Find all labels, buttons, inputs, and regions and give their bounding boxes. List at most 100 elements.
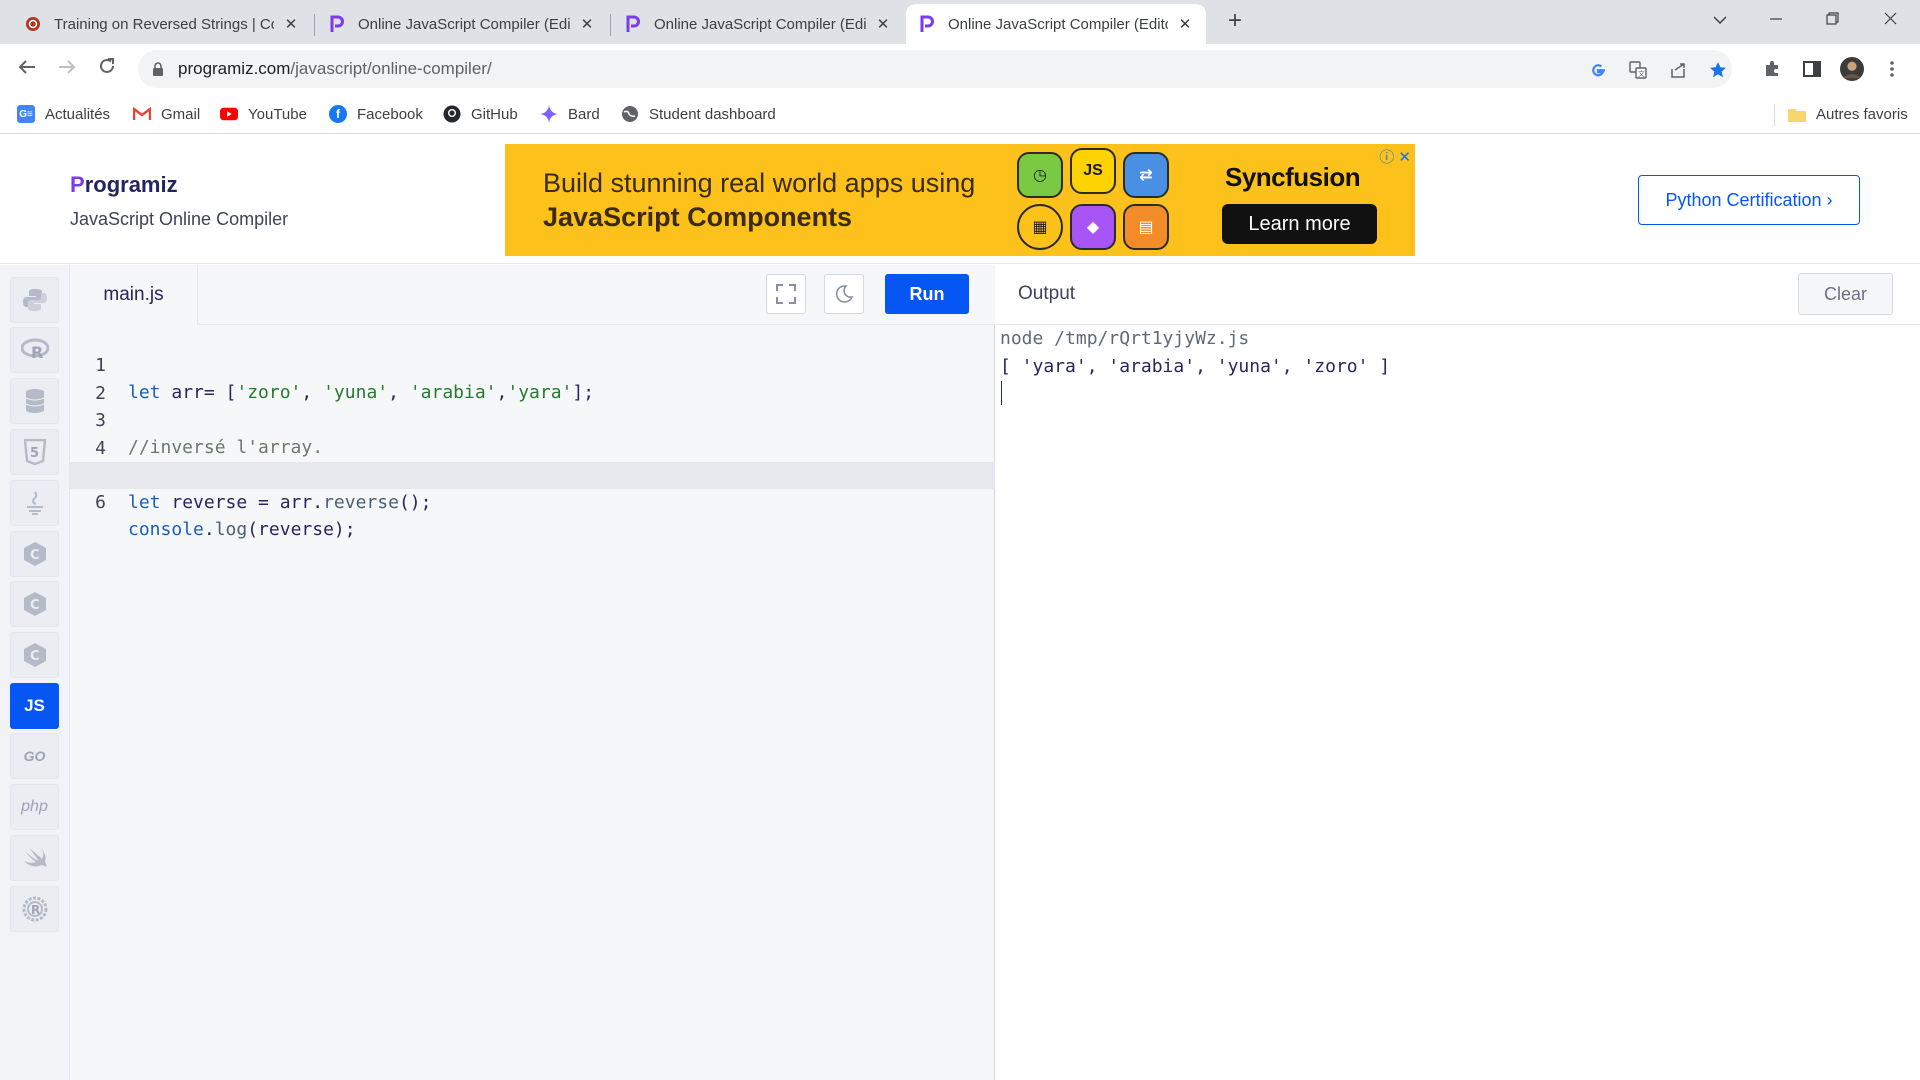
tab-programiz-2[interactable]: Online JavaScript Compiler (Edito ✕ bbox=[612, 4, 904, 44]
csharp-icon: C bbox=[23, 643, 46, 667]
lang-rust[interactable]: R bbox=[10, 886, 59, 932]
ad-timer-icon: ◷ bbox=[1017, 152, 1063, 198]
bookmarks-bar: G≡ Actualités Gmail YouTube f Facebook G… bbox=[0, 94, 1920, 134]
youtube-icon bbox=[220, 105, 238, 123]
bookmark-label: GitHub bbox=[471, 105, 518, 123]
lang-swift[interactable] bbox=[10, 835, 59, 881]
fullscreen-icon bbox=[776, 284, 796, 304]
globe-icon bbox=[621, 105, 639, 123]
minimize-icon[interactable] bbox=[1756, 6, 1796, 36]
side-panel-icon[interactable] bbox=[1800, 57, 1824, 81]
lang-c[interactable]: C bbox=[10, 531, 59, 577]
lang-sql[interactable] bbox=[10, 378, 59, 424]
clear-button[interactable]: Clear bbox=[1798, 273, 1893, 315]
file-tab-main-js[interactable]: main.js bbox=[70, 265, 198, 325]
ad-learn-more-button[interactable]: Learn more bbox=[1222, 204, 1377, 244]
bookmark-facebook[interactable]: f Facebook bbox=[329, 104, 423, 124]
window-close-icon[interactable] bbox=[1870, 6, 1910, 36]
logo-text: rogramiz bbox=[84, 172, 178, 197]
lang-html[interactable]: 5 bbox=[10, 429, 59, 475]
folder-icon bbox=[1788, 105, 1806, 123]
profile-avatar[interactable] bbox=[1840, 57, 1864, 81]
code-line: 5 let reverse = arr.reverse(); bbox=[70, 435, 995, 513]
line-number: 6 bbox=[95, 492, 106, 513]
reload-icon[interactable] bbox=[92, 56, 122, 82]
lang-javascript[interactable]: JS bbox=[10, 683, 59, 729]
r-icon: R bbox=[20, 338, 49, 362]
codewars-favicon-icon bbox=[24, 15, 42, 33]
tab-search-chevron-icon[interactable] bbox=[1700, 6, 1740, 36]
tab-programiz-1[interactable]: Online JavaScript Compiler (Edito ✕ bbox=[316, 4, 608, 44]
svg-text:文: 文 bbox=[1638, 69, 1645, 78]
lang-php[interactable]: php bbox=[10, 784, 59, 830]
url-host: programiz.com bbox=[178, 59, 291, 78]
address-bar[interactable]: programiz.com/javascript/online-compiler… bbox=[138, 50, 1732, 88]
share-icon[interactable] bbox=[1668, 60, 1688, 80]
ad-headline-bold: JavaScript Components bbox=[543, 202, 853, 232]
svg-text:R: R bbox=[31, 903, 40, 917]
tab-close-icon[interactable]: ✕ bbox=[578, 15, 596, 33]
forward-arrow-icon[interactable] bbox=[52, 56, 82, 82]
tab-close-icon[interactable]: ✕ bbox=[1176, 15, 1194, 33]
tab-close-icon[interactable]: ✕ bbox=[282, 15, 300, 33]
programiz-favicon-icon bbox=[328, 15, 346, 33]
output-console[interactable]: node /tmp/rQrt1yjyWz.js [ 'yara', 'arabi… bbox=[996, 325, 1920, 1080]
bookmark-bard[interactable]: Bard bbox=[540, 104, 600, 124]
lang-csharp[interactable]: C bbox=[10, 632, 59, 678]
tab-title: Online JavaScript Compiler (Edito bbox=[358, 15, 570, 33]
lang-cpp[interactable]: C bbox=[10, 581, 59, 627]
svg-text:R: R bbox=[31, 343, 43, 362]
code-editor[interactable]: 1 let arr= ['zoro', 'yuna', 'arabia','ya… bbox=[70, 325, 995, 1080]
restore-icon[interactable] bbox=[1812, 6, 1852, 36]
lang-r[interactable]: R bbox=[10, 327, 59, 373]
bookmark-other-folder[interactable]: Autres favoris bbox=[1788, 104, 1908, 124]
language-sidebar: R 5 C C C JS GO php R bbox=[0, 265, 70, 1080]
code-text: let reverse = arr.reverse(); bbox=[128, 492, 432, 513]
bookmark-separator bbox=[1774, 104, 1775, 126]
page-subtitle: JavaScript Online Compiler bbox=[70, 209, 289, 229]
bookmark-label: Actualités bbox=[45, 105, 111, 123]
translate-icon[interactable]: 文 bbox=[1628, 60, 1648, 80]
tab-separator bbox=[610, 14, 611, 36]
extensions-puzzle-icon[interactable] bbox=[1760, 57, 1784, 81]
python-certification-button[interactable]: Python Certification › bbox=[1638, 175, 1860, 225]
fullscreen-button[interactable] bbox=[766, 274, 806, 314]
run-button[interactable]: Run bbox=[885, 274, 969, 314]
page-header: Programiz JavaScript Online Compiler Bui… bbox=[0, 134, 1920, 264]
dark-mode-button[interactable] bbox=[824, 274, 864, 314]
new-tab-button[interactable]: + bbox=[1222, 8, 1248, 34]
bookmark-actualites[interactable]: G≡ Actualités bbox=[17, 104, 110, 124]
bard-icon bbox=[540, 105, 558, 123]
bookmark-youtube[interactable]: YouTube bbox=[220, 104, 307, 124]
url-text[interactable]: programiz.com/javascript/online-compiler… bbox=[178, 59, 492, 79]
ad-close-icon[interactable]: ⓘ ✕ bbox=[1379, 146, 1411, 167]
back-arrow-icon[interactable] bbox=[12, 56, 42, 82]
logo-p: P bbox=[70, 172, 85, 197]
bookmark-label: Gmail bbox=[161, 105, 201, 123]
ad-banner[interactable]: Build stunning real world apps using Jav… bbox=[505, 144, 1415, 256]
output-result: [ 'yara', 'arabia', 'yuna', 'zoro' ] bbox=[1000, 356, 1391, 377]
bookmark-github[interactable]: GitHub bbox=[443, 104, 518, 124]
github-icon bbox=[443, 105, 461, 123]
tab-codewars[interactable]: Training on Reversed Strings | Co ✕ bbox=[12, 4, 312, 44]
php-icon: php bbox=[21, 798, 48, 815]
svg-text:C: C bbox=[30, 548, 40, 563]
bookmark-gmail[interactable]: Gmail bbox=[133, 104, 200, 124]
bookmark-star-icon[interactable] bbox=[1708, 60, 1728, 80]
google-icon[interactable] bbox=[1588, 60, 1608, 80]
c-icon: C bbox=[23, 542, 46, 566]
output-title: Output bbox=[1018, 283, 1076, 304]
moon-icon bbox=[835, 285, 854, 303]
svg-text:5: 5 bbox=[30, 446, 39, 461]
lang-java[interactable] bbox=[10, 480, 59, 526]
programiz-logo[interactable]: Programiz bbox=[70, 172, 178, 198]
tab-programiz-active[interactable]: Online JavaScript Compiler (Edito ✕ bbox=[906, 4, 1206, 44]
lang-python[interactable] bbox=[10, 277, 59, 323]
chrome-menu-icon[interactable] bbox=[1880, 57, 1904, 81]
bookmark-student-dashboard[interactable]: Student dashboard bbox=[621, 104, 776, 124]
tab-close-icon[interactable]: ✕ bbox=[874, 15, 892, 33]
lang-go[interactable]: GO bbox=[10, 733, 59, 779]
browser-toolbar: programiz.com/javascript/online-compiler… bbox=[0, 44, 1920, 94]
swift-icon bbox=[23, 848, 46, 867]
programiz-favicon-icon bbox=[624, 15, 642, 33]
